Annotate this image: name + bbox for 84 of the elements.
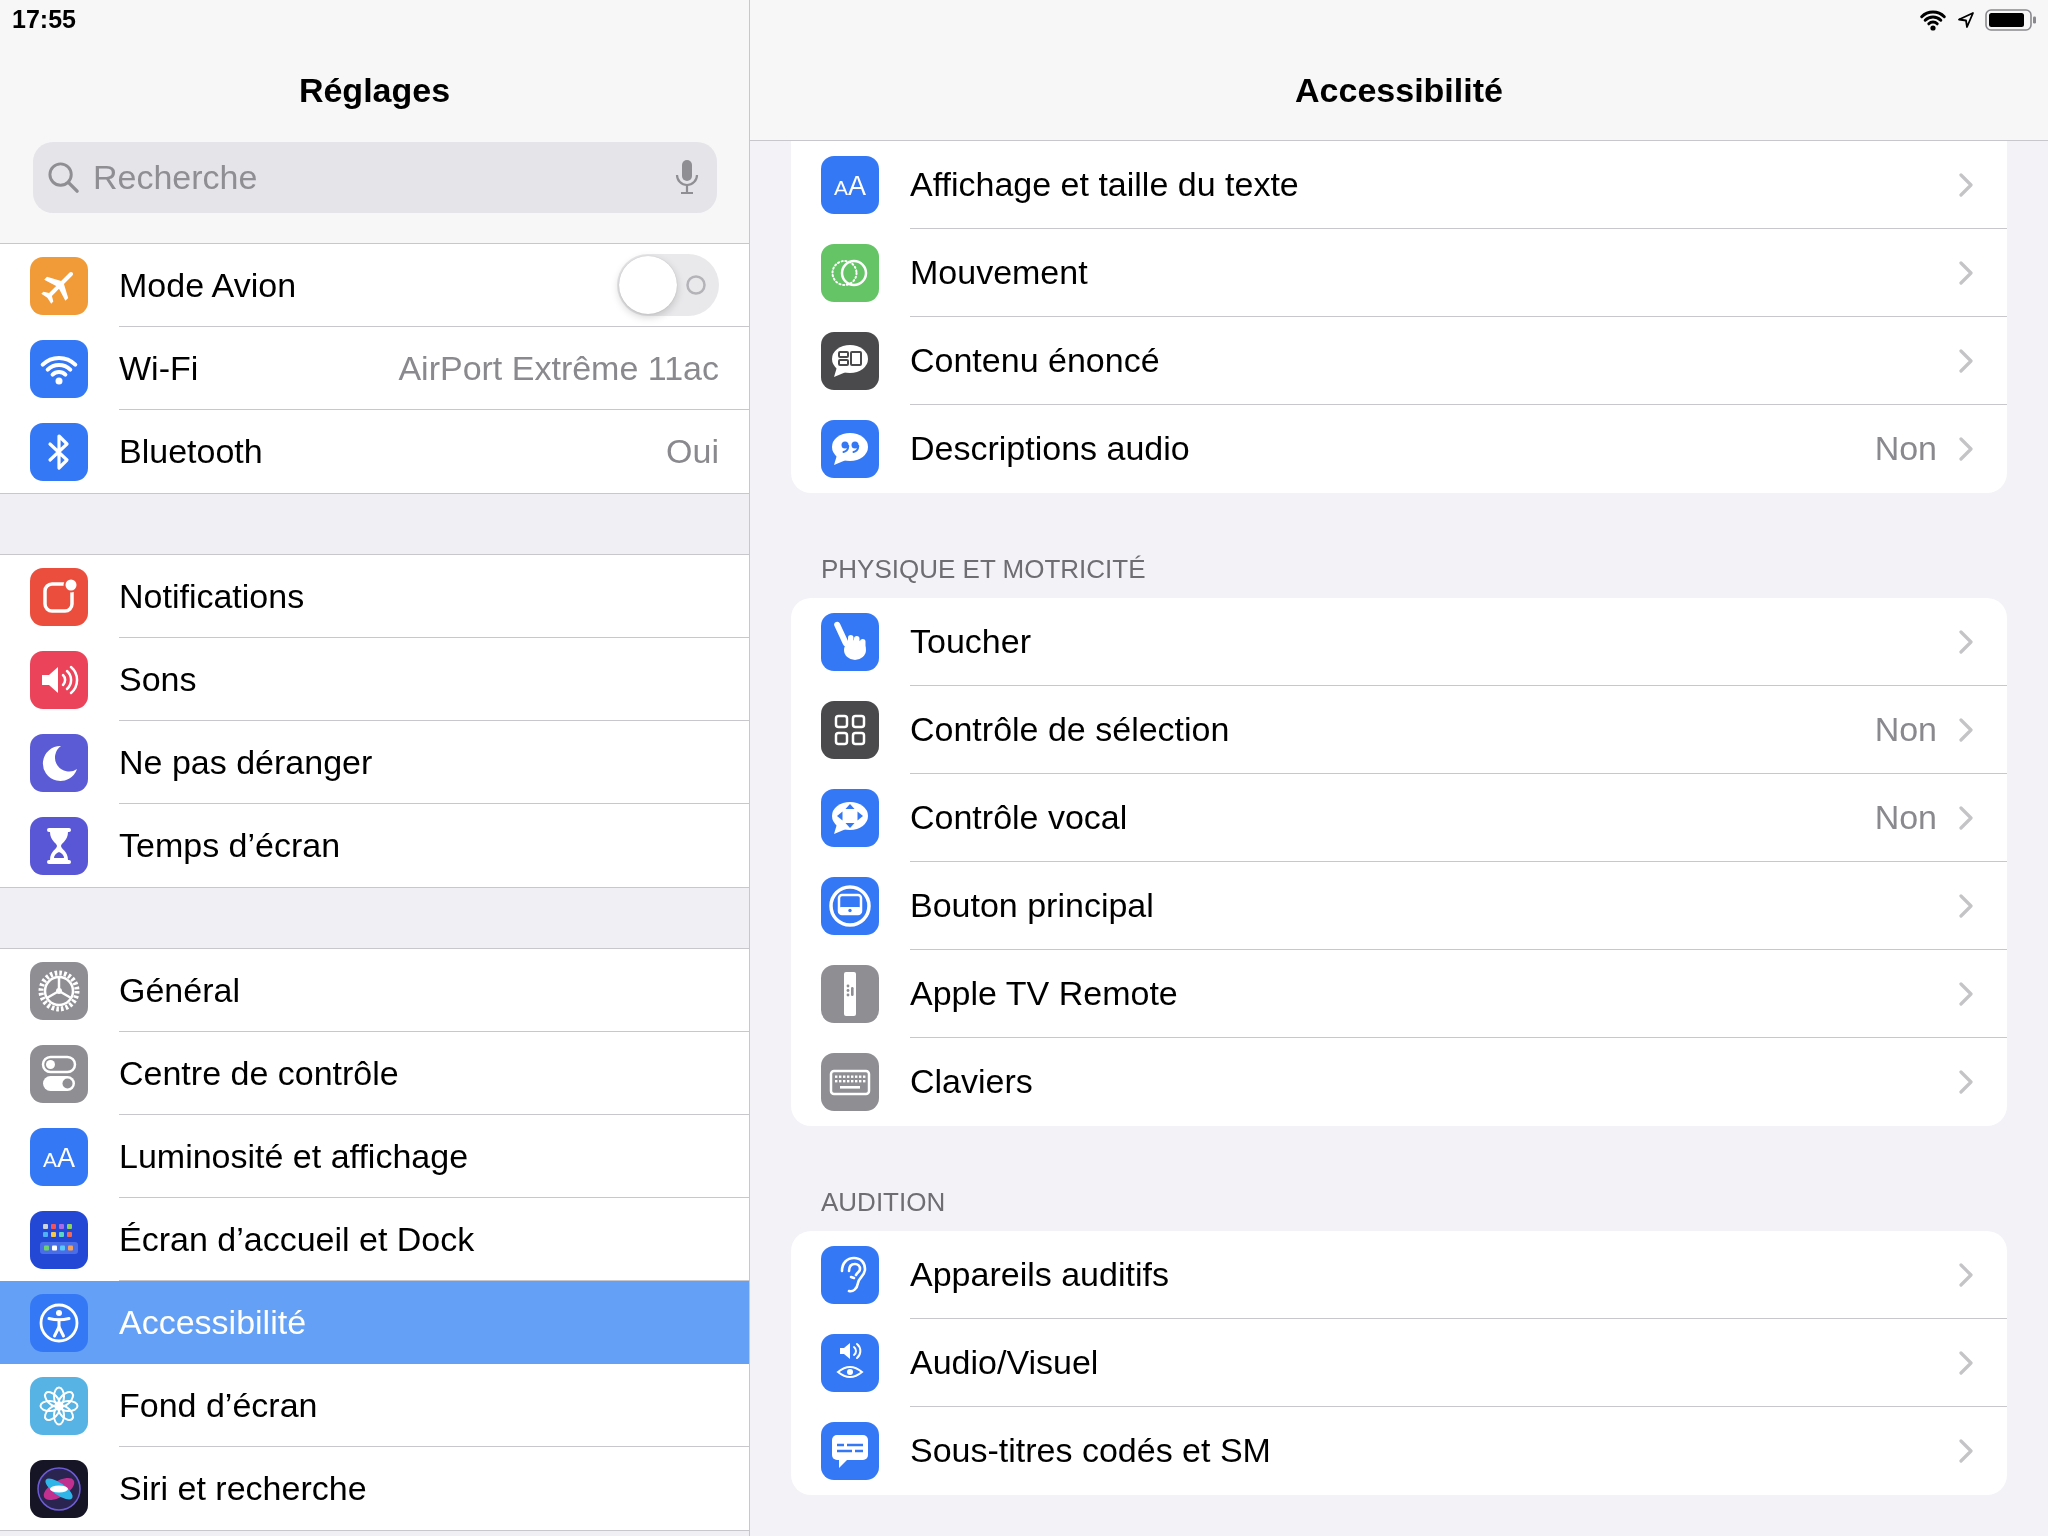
settings-row[interactable]: Mouvement: [791, 229, 2007, 317]
search-field[interactable]: Recherche: [33, 142, 717, 213]
sidebar-item[interactable]: Bluetooth Oui: [0, 410, 749, 493]
keyboard-icon: [821, 1053, 879, 1111]
settings-row[interactable]: Apple TV Remote: [791, 950, 2007, 1038]
microphone-icon: [675, 159, 699, 195]
section-header: AUDITION: [820, 1186, 947, 1219]
speaker-eye-icon: [821, 1334, 879, 1392]
toggles-icon: [30, 1044, 88, 1103]
app-grid-icon: [30, 1210, 88, 1269]
sidebar-item[interactable]: Temps d’écran: [0, 804, 749, 887]
chevron-icon: [1959, 172, 1973, 197]
grid-icon: [821, 701, 879, 759]
sidebar-item[interactable]: Wi-Fi AirPort Extrême 11ac: [0, 327, 749, 410]
sidebar-item[interactable]: Écran d’accueil et Dock: [0, 1198, 749, 1281]
chevron-icon: [1959, 1438, 1973, 1463]
chevron-icon: [1959, 1262, 1973, 1287]
settings-row[interactable]: Toucher: [791, 598, 2007, 686]
panel-title: Accessibilité: [1294, 70, 1504, 111]
settings-row[interactable]: Contrôle de sélection Non: [791, 686, 2007, 774]
settings-row[interactable]: Contenu énoncé: [791, 317, 2007, 405]
sidebar-item[interactable]: Fond d’écran: [0, 1364, 749, 1447]
chevron-icon: [1959, 717, 1973, 742]
text-size-icon: AA: [30, 1127, 88, 1186]
airplane-icon: [30, 256, 88, 315]
chevron-icon: [1959, 436, 1973, 461]
accessibility-icon: [30, 1293, 88, 1352]
settings-row[interactable]: Audio/Visuel: [791, 1319, 2007, 1407]
chevron-icon: [1959, 348, 1973, 373]
item-value: Oui: [666, 431, 719, 471]
remote-icon: [821, 965, 879, 1023]
captions-icon: [821, 1422, 879, 1480]
settings-row[interactable]: Descriptions audio Non: [791, 405, 2007, 493]
panel-title: Réglages: [297, 70, 452, 111]
text-size-icon: AA: [821, 156, 879, 214]
sidebar-item[interactable]: Général: [0, 949, 749, 1032]
item-value: AirPort Extrême 11ac: [398, 348, 719, 388]
item-label: Mode Avion: [119, 265, 298, 305]
hourglass-icon: [30, 816, 88, 875]
pointing-hand-icon: [821, 613, 879, 671]
location-arrow-icon: [1957, 10, 1975, 29]
item-value: Non: [1874, 710, 1937, 749]
orb-icon: [30, 1459, 88, 1518]
app-badge-icon: [30, 567, 88, 626]
chevron-icon: [1959, 1350, 1973, 1375]
wifi-icon: [1918, 8, 1948, 31]
home-button-icon: [821, 877, 879, 935]
arrows-bubble-icon: [821, 789, 879, 847]
chevron-icon: [1959, 629, 1973, 654]
sidebar-item[interactable]: Sons: [0, 638, 749, 721]
sidebar-item[interactable]: AA Luminosité et affichage: [0, 1115, 749, 1198]
toggle-switch[interactable]: [617, 254, 719, 316]
settings-row[interactable]: Sous-titres codés et SM: [791, 1407, 2007, 1495]
gear-icon: [30, 961, 88, 1020]
settings-row[interactable]: Contrôle vocal Non: [791, 774, 2007, 862]
settings-row[interactable]: Bouton principal: [791, 862, 2007, 950]
chevron-icon: [1959, 893, 1973, 918]
off-ring-icon: [686, 275, 706, 295]
ear-icon: [821, 1246, 879, 1304]
search-icon: [47, 161, 80, 194]
chevron-icon: [1959, 981, 1973, 1006]
settings-row[interactable]: Claviers: [791, 1038, 2007, 1126]
item-value: Non: [1874, 429, 1937, 468]
status-time: 17:55: [12, 5, 76, 34]
settings-row[interactable]: Appareils auditifs: [791, 1231, 2007, 1319]
chevron-icon: [1959, 260, 1973, 285]
flower-icon: [30, 1376, 88, 1435]
wifi-icon: [30, 339, 88, 398]
sidebar-item[interactable]: Ne pas déranger: [0, 721, 749, 804]
settings-row[interactable]: AA Affichage et taille du texte: [791, 141, 2007, 229]
sidebar-item[interactable]: Notifications: [0, 555, 749, 638]
moon-icon: [30, 733, 88, 792]
motion-circles-icon: [821, 244, 879, 302]
sidebar-item[interactable]: Centre de contrôle: [0, 1032, 749, 1115]
speech-bubble-icon: [821, 332, 879, 390]
quote-bubble-icon: [821, 420, 879, 478]
chevron-icon: [1959, 1069, 1973, 1094]
bluetooth-icon: [30, 422, 88, 481]
sidebar-item[interactable]: Siri et recherche: [0, 1447, 749, 1530]
battery-icon: [1985, 8, 2037, 31]
speaker-icon: [30, 650, 88, 709]
section-header: PHYSIQUE ET MOTRICITÉ: [820, 553, 1147, 586]
chevron-icon: [1959, 805, 1973, 830]
item-value: Non: [1874, 798, 1937, 837]
